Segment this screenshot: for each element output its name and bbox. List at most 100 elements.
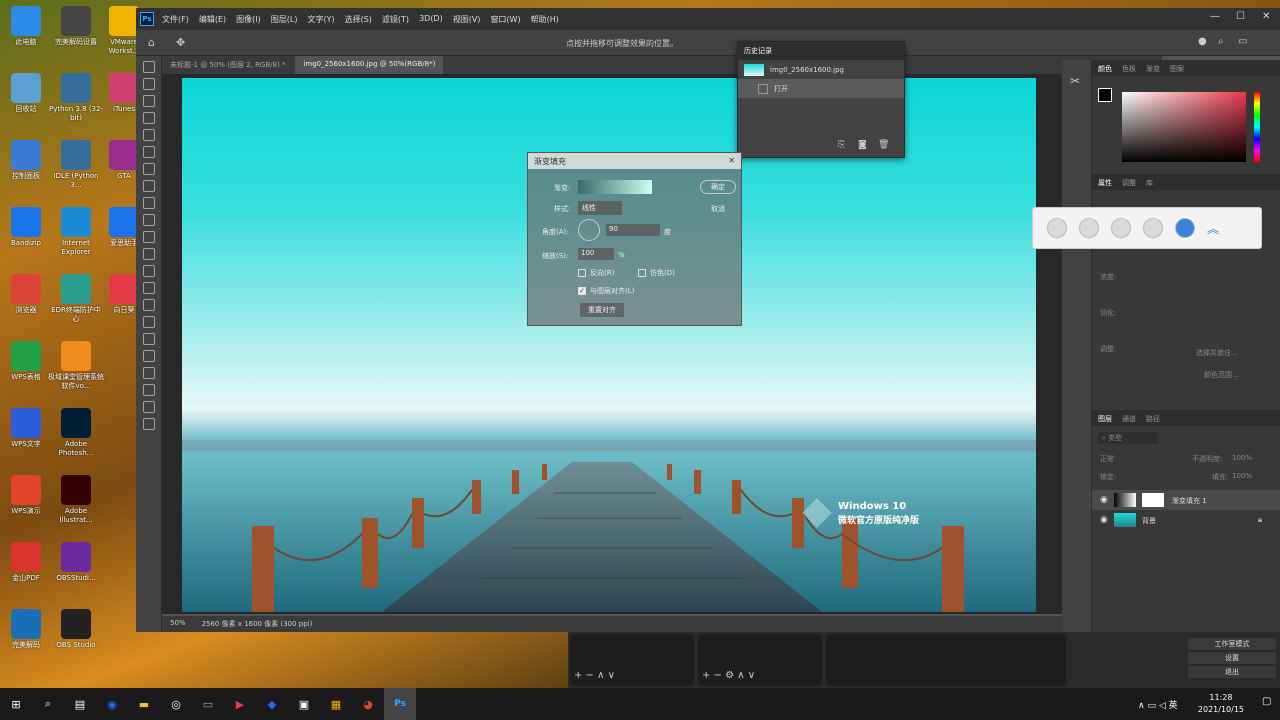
color-range-button[interactable]: 颜色范围...: [1204, 370, 1239, 380]
user-icon[interactable]: ●: [1198, 36, 1207, 47]
desktop-icon[interactable]: WPS文字: [0, 408, 54, 449]
panel-tab[interactable]: 库: [1146, 178, 1153, 187]
tool-icon[interactable]: [143, 401, 155, 413]
menu-item[interactable]: 文件(F): [162, 14, 189, 25]
tool-icon[interactable]: [143, 129, 155, 141]
hand-icon[interactable]: [1047, 218, 1067, 238]
bandizip-taskbar-icon[interactable]: ◆: [256, 688, 288, 720]
desktop-icon[interactable]: 控制面板: [0, 140, 54, 181]
camera-icon[interactable]: ◙: [858, 140, 867, 150]
move-tool-icon[interactable]: ✥: [176, 36, 185, 49]
zoom-level[interactable]: 50%: [170, 619, 186, 629]
tool-icon[interactable]: [143, 214, 155, 226]
tool-icon[interactable]: [143, 146, 155, 158]
panel-tab[interactable]: 色板: [1122, 64, 1136, 73]
menu-item[interactable]: 编辑(E): [199, 14, 226, 25]
studio-mode-button[interactable]: 工作室模式: [1188, 638, 1276, 650]
tool-icon[interactable]: [143, 61, 155, 73]
tool-icon[interactable]: [143, 112, 155, 124]
panel-tab[interactable]: 图案: [1170, 64, 1184, 73]
desktop-icon[interactable]: 极域课堂管理系统软件vo...: [48, 341, 104, 391]
select-and-mask-button[interactable]: 选择并遮住...: [1196, 348, 1238, 358]
tool-icon[interactable]: [143, 333, 155, 345]
tool-icon[interactable]: [143, 265, 155, 277]
tool-icon[interactable]: [143, 180, 155, 192]
angle-input[interactable]: 90: [606, 224, 660, 236]
color-picker-field[interactable]: [1122, 92, 1246, 162]
tool-icon[interactable]: [143, 95, 155, 107]
zoom-page-icon[interactable]: [1143, 218, 1163, 238]
desktop-icon[interactable]: OBS Studio: [48, 609, 104, 650]
menu-item[interactable]: 3D(D): [419, 14, 443, 25]
style-select[interactable]: 线性: [578, 201, 622, 215]
home-icon[interactable]: ⌂: [148, 36, 155, 49]
tool-icon[interactable]: [143, 299, 155, 311]
close-icon[interactable]: ✕: [1262, 11, 1270, 22]
menu-item[interactable]: 图像(I): [236, 14, 261, 25]
history-item[interactable]: 打开: [738, 79, 904, 98]
trash-icon[interactable]: 🗑︎: [878, 140, 889, 150]
notification-icon[interactable]: ▢: [1262, 696, 1271, 707]
panel-tab[interactable]: 图层: [1098, 414, 1112, 423]
foreground-color-swatch[interactable]: [1098, 88, 1112, 102]
cancel-button[interactable]: 取消: [700, 202, 736, 216]
desktop-icon[interactable]: Adobe Illustrat...: [48, 475, 104, 525]
chrome-taskbar-icon[interactable]: ◕: [352, 688, 384, 720]
tab-img0[interactable]: img0_2560x1600.jpg @ 50%(RGB/8*): [295, 56, 444, 74]
tool-icon[interactable]: [143, 248, 155, 260]
desktop-icon[interactable]: WPS演示: [0, 475, 54, 516]
sunlogin-icon[interactable]: ▶: [224, 688, 256, 720]
scale-input[interactable]: 100: [578, 248, 614, 260]
source-controls-icon[interactable]: + − ⚙ ∧ ∨: [702, 670, 755, 681]
menu-item[interactable]: 窗口(W): [490, 14, 520, 25]
tab-untitled[interactable]: 未标题-1 @ 50% (图层 2, RGB/8) *: [162, 56, 294, 74]
panel-tab[interactable]: 调整: [1122, 178, 1136, 187]
layer-filter-search[interactable]: ⌕ 类型: [1098, 432, 1158, 444]
reverse-box[interactable]: [578, 269, 586, 277]
fill-value[interactable]: 100%: [1232, 472, 1252, 480]
remote-icon[interactable]: ▭: [192, 688, 224, 720]
align-box[interactable]: ✓: [578, 287, 586, 295]
layer-row[interactable]: ◉ 背景 🔒︎: [1092, 510, 1280, 530]
menu-item[interactable]: 文字(Y): [307, 14, 334, 25]
search-icon[interactable]: ⌕: [32, 688, 64, 720]
workspace-icon[interactable]: ▭: [1238, 36, 1247, 47]
panel-tab[interactable]: 路径: [1146, 414, 1160, 423]
desktop-icon[interactable]: Adobe Photosh...: [48, 408, 104, 458]
document-stack-icon[interactable]: [1111, 218, 1131, 238]
opacity-value[interactable]: 100%: [1232, 454, 1252, 462]
reset-align-button[interactable]: 重置对齐: [580, 303, 624, 317]
desktop-icon[interactable]: Bandizip: [0, 207, 54, 248]
reverse-checkbox[interactable]: 反向(R): [578, 268, 614, 278]
panel-tab[interactable]: 通道: [1122, 414, 1136, 423]
collapse-up-icon[interactable]: ︽: [1207, 220, 1219, 237]
tray-icons[interactable]: ∧ ▭ ◁ 英: [1138, 698, 1178, 711]
menu-item[interactable]: 视图(V): [453, 14, 481, 25]
settings-button[interactable]: 设置: [1188, 652, 1276, 664]
comment-icon[interactable]: [1079, 218, 1099, 238]
dither-checkbox[interactable]: 仿色(D): [638, 268, 675, 278]
tool-icon[interactable]: [143, 418, 155, 430]
task-view-icon[interactable]: ▤: [64, 688, 96, 720]
tool-icon[interactable]: [143, 384, 155, 396]
tool-icon[interactable]: [143, 78, 155, 90]
layer-row[interactable]: ◉ 渐变填充 1: [1092, 490, 1280, 510]
tool-icon[interactable]: [143, 367, 155, 379]
search-icon[interactable]: ⌕: [1218, 36, 1224, 47]
tool-icon[interactable]: [143, 231, 155, 243]
scene-controls-icon[interactable]: + − ∧ ∨: [574, 670, 615, 681]
tool-icon[interactable]: [143, 282, 155, 294]
start-icon[interactable]: ⊞: [0, 688, 32, 720]
desktop-icon[interactable]: 完美解码: [0, 609, 54, 650]
tool-icon[interactable]: [143, 316, 155, 328]
desktop-icon[interactable]: WPS表格: [0, 341, 54, 382]
desktop-icon[interactable]: OBSStudi...: [48, 542, 104, 583]
align-checkbox[interactable]: ✓ 与图层对齐(L): [578, 286, 634, 296]
dialog-close-icon[interactable]: ✕: [728, 156, 735, 165]
desktop-icon[interactable]: 浏览器: [0, 274, 54, 315]
aisi-icon[interactable]: ◉: [96, 688, 128, 720]
obs-taskbar-icon[interactable]: ◎: [160, 688, 192, 720]
gradient-preview[interactable]: [578, 180, 652, 194]
menu-item[interactable]: 帮助(H): [531, 14, 559, 25]
history-snapshot-row[interactable]: img0_2560x1600.jpg: [738, 60, 904, 79]
